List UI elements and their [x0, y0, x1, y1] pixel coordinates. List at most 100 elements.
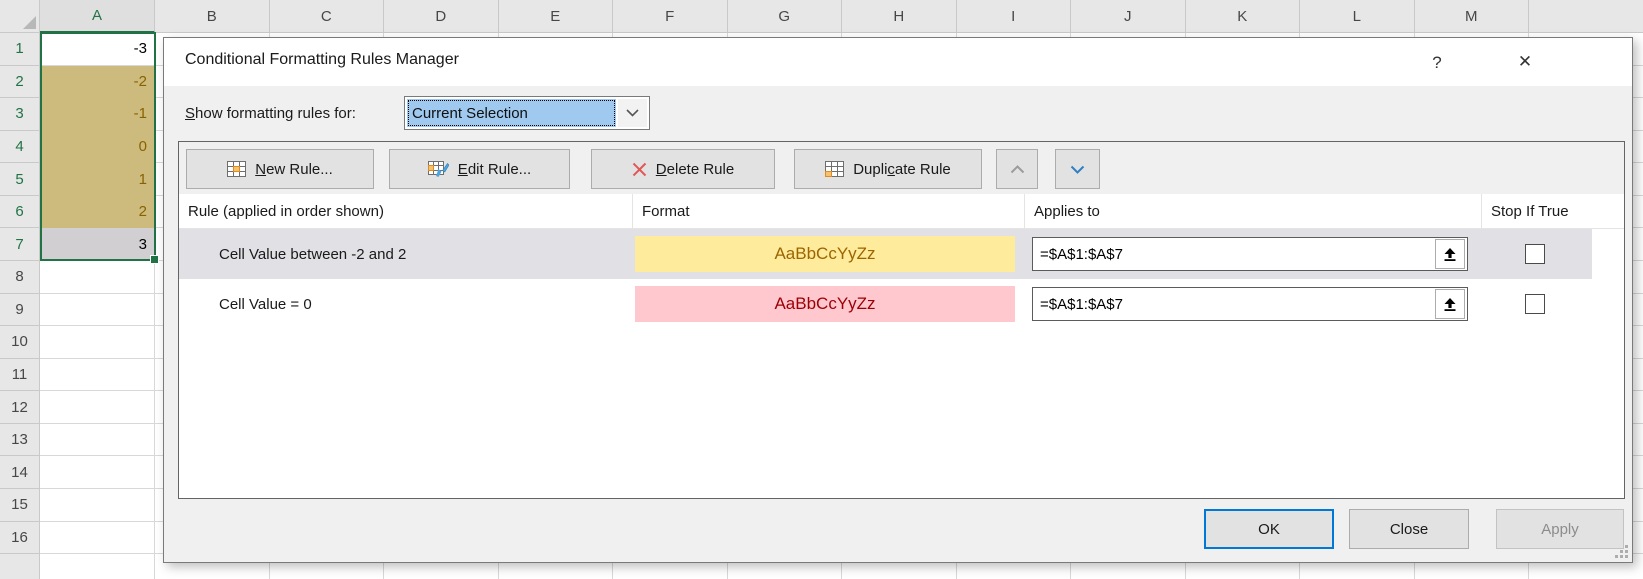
- duplicate-rule-icon: [825, 161, 844, 177]
- column-header-A[interactable]: A: [40, 0, 155, 33]
- cell-A13[interactable]: [40, 424, 155, 457]
- applies-to-input[interactable]: [1032, 237, 1468, 271]
- ok-button[interactable]: OK: [1204, 509, 1334, 549]
- cell-A16[interactable]: [40, 522, 155, 555]
- cell-A12[interactable]: [40, 391, 155, 424]
- column-header-format: Format: [633, 194, 1025, 229]
- cell-A5[interactable]: 1: [40, 163, 155, 196]
- move-rule-down-button[interactable]: [1055, 149, 1100, 189]
- apply-button[interactable]: Apply: [1496, 509, 1624, 549]
- rule-description: Cell Value = 0: [219, 279, 312, 329]
- cell-A2[interactable]: -2: [40, 66, 155, 99]
- applies-to-field: [1032, 287, 1468, 321]
- row-header-11[interactable]: 11: [0, 359, 40, 392]
- dialog-titlebar[interactable]: Conditional Formatting Rules Manager ? ✕: [164, 38, 1632, 86]
- row-header-12[interactable]: 12: [0, 391, 40, 424]
- new-rule-icon: [227, 161, 246, 177]
- cell-A10[interactable]: [40, 326, 155, 359]
- row-header-3[interactable]: 3: [0, 98, 40, 131]
- row-header-15[interactable]: 15: [0, 489, 40, 522]
- rule-row[interactable]: Cell Value = 0 AaBbCcYyZz: [179, 279, 1624, 329]
- range-select-icon: [1443, 247, 1457, 262]
- rules-groupbox: New Rule... Edit Rule... Delete Rule Dup…: [178, 141, 1625, 499]
- row-header-8[interactable]: 8: [0, 261, 40, 294]
- cell-A11[interactable]: [40, 359, 155, 392]
- rule-row[interactable]: Cell Value between -2 and 2 AaBbCcYyZz: [179, 229, 1624, 279]
- row-header-16[interactable]: 16: [0, 522, 40, 555]
- format-preview: AaBbCcYyZz: [635, 236, 1015, 272]
- new-rule-button[interactable]: New Rule...: [186, 149, 374, 189]
- cell-A6[interactable]: 2: [40, 196, 155, 229]
- applies-to-input[interactable]: [1032, 287, 1468, 321]
- excel-screen: ABCDEFGHIJKLM12345678910111213141516-3-2…: [0, 0, 1643, 579]
- column-header-blank[interactable]: [1529, 0, 1643, 33]
- row-header-7[interactable]: 7: [0, 228, 40, 261]
- row-header-14[interactable]: 14: [0, 456, 40, 489]
- stop-if-true-checkbox[interactable]: [1525, 244, 1545, 264]
- dropdown-selected-value: Current Selection: [407, 99, 616, 127]
- delete-rule-button[interactable]: Delete Rule: [591, 149, 775, 189]
- select-all-corner[interactable]: [0, 0, 40, 33]
- move-down-icon: [1070, 165, 1085, 174]
- dropdown-arrow-button[interactable]: [618, 99, 647, 127]
- column-header-F[interactable]: F: [613, 0, 728, 33]
- duplicate-rule-label: Duplicate Rule: [853, 161, 951, 178]
- row-header-5[interactable]: 5: [0, 163, 40, 196]
- help-icon[interactable]: ?: [1424, 50, 1450, 76]
- rules-list: Rule (applied in order shown) Format App…: [179, 194, 1624, 498]
- move-rule-up-button[interactable]: [996, 149, 1038, 189]
- cell-A8[interactable]: [40, 261, 155, 294]
- row-header-9[interactable]: 9: [0, 294, 40, 327]
- rule-description: Cell Value between -2 and 2: [219, 229, 406, 279]
- row-header-1[interactable]: 1: [0, 33, 40, 66]
- close-icon[interactable]: ✕: [1510, 48, 1540, 76]
- resize-grip[interactable]: [1615, 545, 1628, 558]
- rules-list-header: Rule (applied in order shown) Format App…: [179, 194, 1624, 229]
- applies-to-field: [1032, 237, 1468, 271]
- column-header-J[interactable]: J: [1071, 0, 1186, 33]
- close-button[interactable]: Close: [1349, 509, 1469, 549]
- column-header-M[interactable]: M: [1415, 0, 1530, 33]
- column-header-K[interactable]: K: [1186, 0, 1301, 33]
- row-header-13[interactable]: 13: [0, 424, 40, 457]
- range-select-icon: [1443, 297, 1457, 312]
- duplicate-rule-button[interactable]: Duplicate Rule: [794, 149, 982, 189]
- column-header-B[interactable]: B: [155, 0, 270, 33]
- cell-A15[interactable]: [40, 489, 155, 522]
- new-rule-label: New Rule...: [255, 161, 333, 178]
- cell-A3[interactable]: -1: [40, 98, 155, 131]
- show-rules-label: Show formatting rules for:: [185, 105, 356, 122]
- column-header-E[interactable]: E: [499, 0, 614, 33]
- column-header-D[interactable]: D: [384, 0, 499, 33]
- format-preview: AaBbCcYyZz: [635, 286, 1015, 322]
- delete-rule-label: Delete Rule: [656, 161, 734, 178]
- collapse-dialog-button[interactable]: [1435, 289, 1465, 319]
- cell-A7[interactable]: 3: [40, 228, 155, 261]
- cell-A4[interactable]: 0: [40, 131, 155, 164]
- column-header-rule: Rule (applied in order shown): [179, 194, 633, 229]
- row-header-6[interactable]: 6: [0, 196, 40, 229]
- edit-rule-button[interactable]: Edit Rule...: [389, 149, 570, 189]
- collapse-dialog-button[interactable]: [1435, 239, 1465, 269]
- stop-if-true-checkbox[interactable]: [1525, 294, 1545, 314]
- delete-rule-icon: [632, 162, 647, 177]
- column-header-C[interactable]: C: [270, 0, 385, 33]
- edit-rule-label: Edit Rule...: [458, 161, 531, 178]
- row-header-2[interactable]: 2: [0, 66, 40, 99]
- show-rules-dropdown[interactable]: Current Selection: [404, 96, 650, 130]
- row-header-10[interactable]: 10: [0, 326, 40, 359]
- column-header-G[interactable]: G: [728, 0, 843, 33]
- dialog-title: Conditional Formatting Rules Manager: [185, 51, 459, 69]
- cell-A14[interactable]: [40, 456, 155, 489]
- row-header-blank[interactable]: [0, 554, 40, 579]
- row-header-4[interactable]: 4: [0, 131, 40, 164]
- column-header-H[interactable]: H: [842, 0, 957, 33]
- column-header-L[interactable]: L: [1300, 0, 1415, 33]
- cell-A17[interactable]: [40, 554, 155, 579]
- column-header-stop-if-true: Stop If True: [1482, 194, 1592, 229]
- cf-rules-manager-dialog: Conditional Formatting Rules Manager ? ✕…: [163, 37, 1633, 563]
- cell-A1[interactable]: -3: [40, 33, 155, 66]
- cell-A9[interactable]: [40, 294, 155, 327]
- column-header-I[interactable]: I: [957, 0, 1072, 33]
- edit-rule-icon: [428, 161, 449, 178]
